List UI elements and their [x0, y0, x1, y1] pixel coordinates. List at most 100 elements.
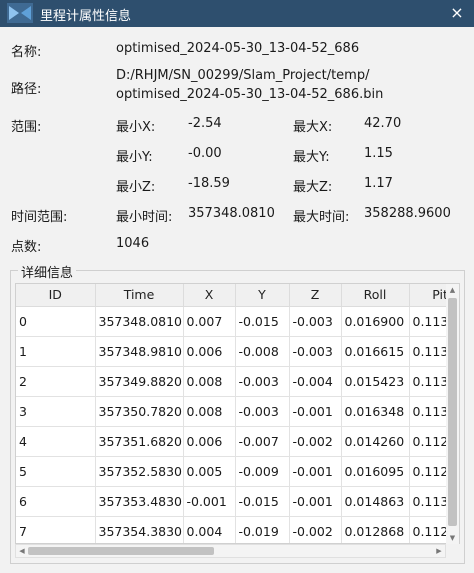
table-row[interactable]: 5 357352.5830 0.005 -0.009 -0.001 0.016095 0.1…: [16, 456, 459, 487]
col-header-z[interactable]: Z: [289, 284, 342, 307]
cell-x: 0.005: [183, 456, 236, 487]
cell-z: -0.003: [289, 306, 342, 337]
cell-roll: 0.014260: [341, 426, 410, 457]
cell-roll: 0.016348: [341, 396, 410, 427]
cell-y: -0.019: [235, 516, 290, 543]
cell-roll: 0.016615: [341, 336, 410, 367]
scroll-right-arrow-icon[interactable]: ▶: [433, 545, 445, 557]
cell-id: 1: [16, 336, 96, 367]
col-header-id[interactable]: ID: [16, 284, 96, 307]
cell-y: -0.008: [235, 336, 290, 367]
range-label: 范围:: [11, 120, 42, 135]
cell-time: 357349.8820: [95, 366, 184, 397]
cell-z: -0.001: [289, 396, 342, 427]
cell-y: -0.003: [235, 396, 290, 427]
max-x-label: 最大X:: [293, 120, 333, 135]
cell-time: 357352.5830: [95, 456, 184, 487]
cell-y: -0.015: [235, 306, 290, 337]
horizontal-scroll-thumb[interactable]: [28, 547, 214, 555]
table-header-row: ID Time X Y Z Roll Pitch: [16, 284, 459, 307]
cell-x: 0.006: [183, 336, 236, 367]
cell-roll: 0.012868: [341, 516, 410, 543]
table-row[interactable]: 7 357354.3830 0.004 -0.019 -0.002 0.012868 0.1…: [16, 516, 459, 543]
point-count-label: 点数:: [11, 240, 42, 255]
min-time-label: 最小时间:: [116, 210, 173, 225]
cell-z: -0.003: [289, 336, 342, 367]
table-row[interactable]: 1 357348.9810 0.006 -0.008 -0.003 0.016615 0.1…: [16, 336, 459, 367]
min-z-label: 最小Z:: [116, 180, 156, 195]
cell-z: -0.001: [289, 486, 342, 517]
horizontal-scrollbar[interactable]: ◀ ▶: [15, 544, 446, 558]
cell-x: 0.006: [183, 426, 236, 457]
cell-id: 6: [16, 486, 96, 517]
cell-id: 3: [16, 396, 96, 427]
table-row[interactable]: 0 357348.0810 0.007 -0.015 -0.003 0.016900 0.1…: [16, 306, 459, 337]
vertical-scroll-thumb[interactable]: [448, 298, 457, 526]
details-group-title: 详细信息: [18, 262, 77, 281]
title-bar: 里程计属性信息 ×: [0, 0, 474, 27]
cell-id: 2: [16, 366, 96, 397]
cell-id: 0: [16, 306, 96, 337]
min-x-value: -2.54: [188, 116, 222, 131]
path-value-line2: optimised_2024-05-30_13-04-52_686.bin: [116, 87, 384, 102]
scroll-left-arrow-icon[interactable]: ◀: [16, 545, 28, 557]
col-header-roll[interactable]: Roll: [341, 284, 410, 307]
max-time-label: 最大时间:: [293, 210, 350, 225]
time-range-label: 时间范围:: [11, 210, 68, 225]
cell-time: 357354.3830: [95, 516, 184, 543]
col-header-x[interactable]: X: [183, 284, 236, 307]
vertical-scrollbar[interactable]: ▲ ▼: [446, 284, 459, 544]
point-count-value: 1046: [116, 236, 150, 251]
min-x-label: 最小X:: [116, 120, 156, 135]
cell-time: 357353.4830: [95, 486, 184, 517]
details-table[interactable]: ID Time X Y Z Roll Pitch 0357348.08100.0…: [15, 283, 460, 544]
cell-z: -0.001: [289, 456, 342, 487]
cell-time: 357350.7820: [95, 396, 184, 427]
close-button[interactable]: ×: [446, 2, 468, 24]
cell-x: 0.004: [183, 516, 236, 543]
max-x-value: 42.70: [364, 116, 402, 131]
max-z-value: 1.17: [364, 176, 393, 191]
cell-id: 4: [16, 426, 96, 457]
max-y-value: 1.15: [364, 146, 393, 161]
name-label: 名称:: [11, 45, 42, 60]
cell-x: 0.007: [183, 306, 236, 337]
scroll-down-arrow-icon[interactable]: ▼: [446, 532, 459, 544]
cell-roll: 0.015423: [341, 366, 410, 397]
table-row[interactable]: 3 357350.7820 0.008 -0.003 -0.001 0.016348 0.1…: [16, 396, 459, 427]
cell-z: -0.004: [289, 366, 342, 397]
cell-time: 357348.9810: [95, 336, 184, 367]
path-label: 路径:: [11, 82, 42, 97]
table-row[interactable]: 2 357349.8820 0.008 -0.003 -0.004 0.015423 0.1…: [16, 366, 459, 397]
table-row[interactable]: 4 357351.6820 0.006 -0.007 -0.002 0.014260 0.1…: [16, 426, 459, 457]
cell-roll: 0.016095: [341, 456, 410, 487]
app-logo-icon: [7, 3, 33, 23]
cell-time: 357351.6820: [95, 426, 184, 457]
table-row[interactable]: 6 357353.4830 -0.001 -0.015 -0.001 0.014863 0.…: [16, 486, 459, 517]
max-y-label: 最大Y:: [293, 150, 330, 165]
scroll-up-arrow-icon[interactable]: ▲: [446, 284, 459, 296]
cell-x: -0.001: [183, 486, 236, 517]
name-value: optimised_2024-05-30_13-04-52_686: [116, 41, 360, 56]
cell-z: -0.002: [289, 516, 342, 543]
cell-roll: 0.016900: [341, 306, 410, 337]
col-header-time[interactable]: Time: [95, 284, 184, 307]
cell-z: -0.002: [289, 426, 342, 457]
cell-y: -0.009: [235, 456, 290, 487]
cell-id: 5: [16, 456, 96, 487]
min-time-value: 357348.0810: [188, 206, 275, 221]
col-header-y[interactable]: Y: [235, 284, 290, 307]
min-y-value: -0.00: [188, 146, 222, 161]
cell-id: 7: [16, 516, 96, 543]
cell-y: -0.003: [235, 366, 290, 397]
cell-x: 0.008: [183, 396, 236, 427]
cell-y: -0.007: [235, 426, 290, 457]
window-title: 里程计属性信息: [40, 9, 132, 24]
path-value-line1: D:/RHJM/SN_00299/Slam_Project/temp/: [116, 68, 370, 83]
max-z-label: 最大Z:: [293, 180, 333, 195]
cell-roll: 0.014863: [341, 486, 410, 517]
cell-time: 357348.0810: [95, 306, 184, 337]
cell-y: -0.015: [235, 486, 290, 517]
min-y-label: 最小Y:: [116, 150, 153, 165]
min-z-value: -18.59: [188, 176, 230, 191]
